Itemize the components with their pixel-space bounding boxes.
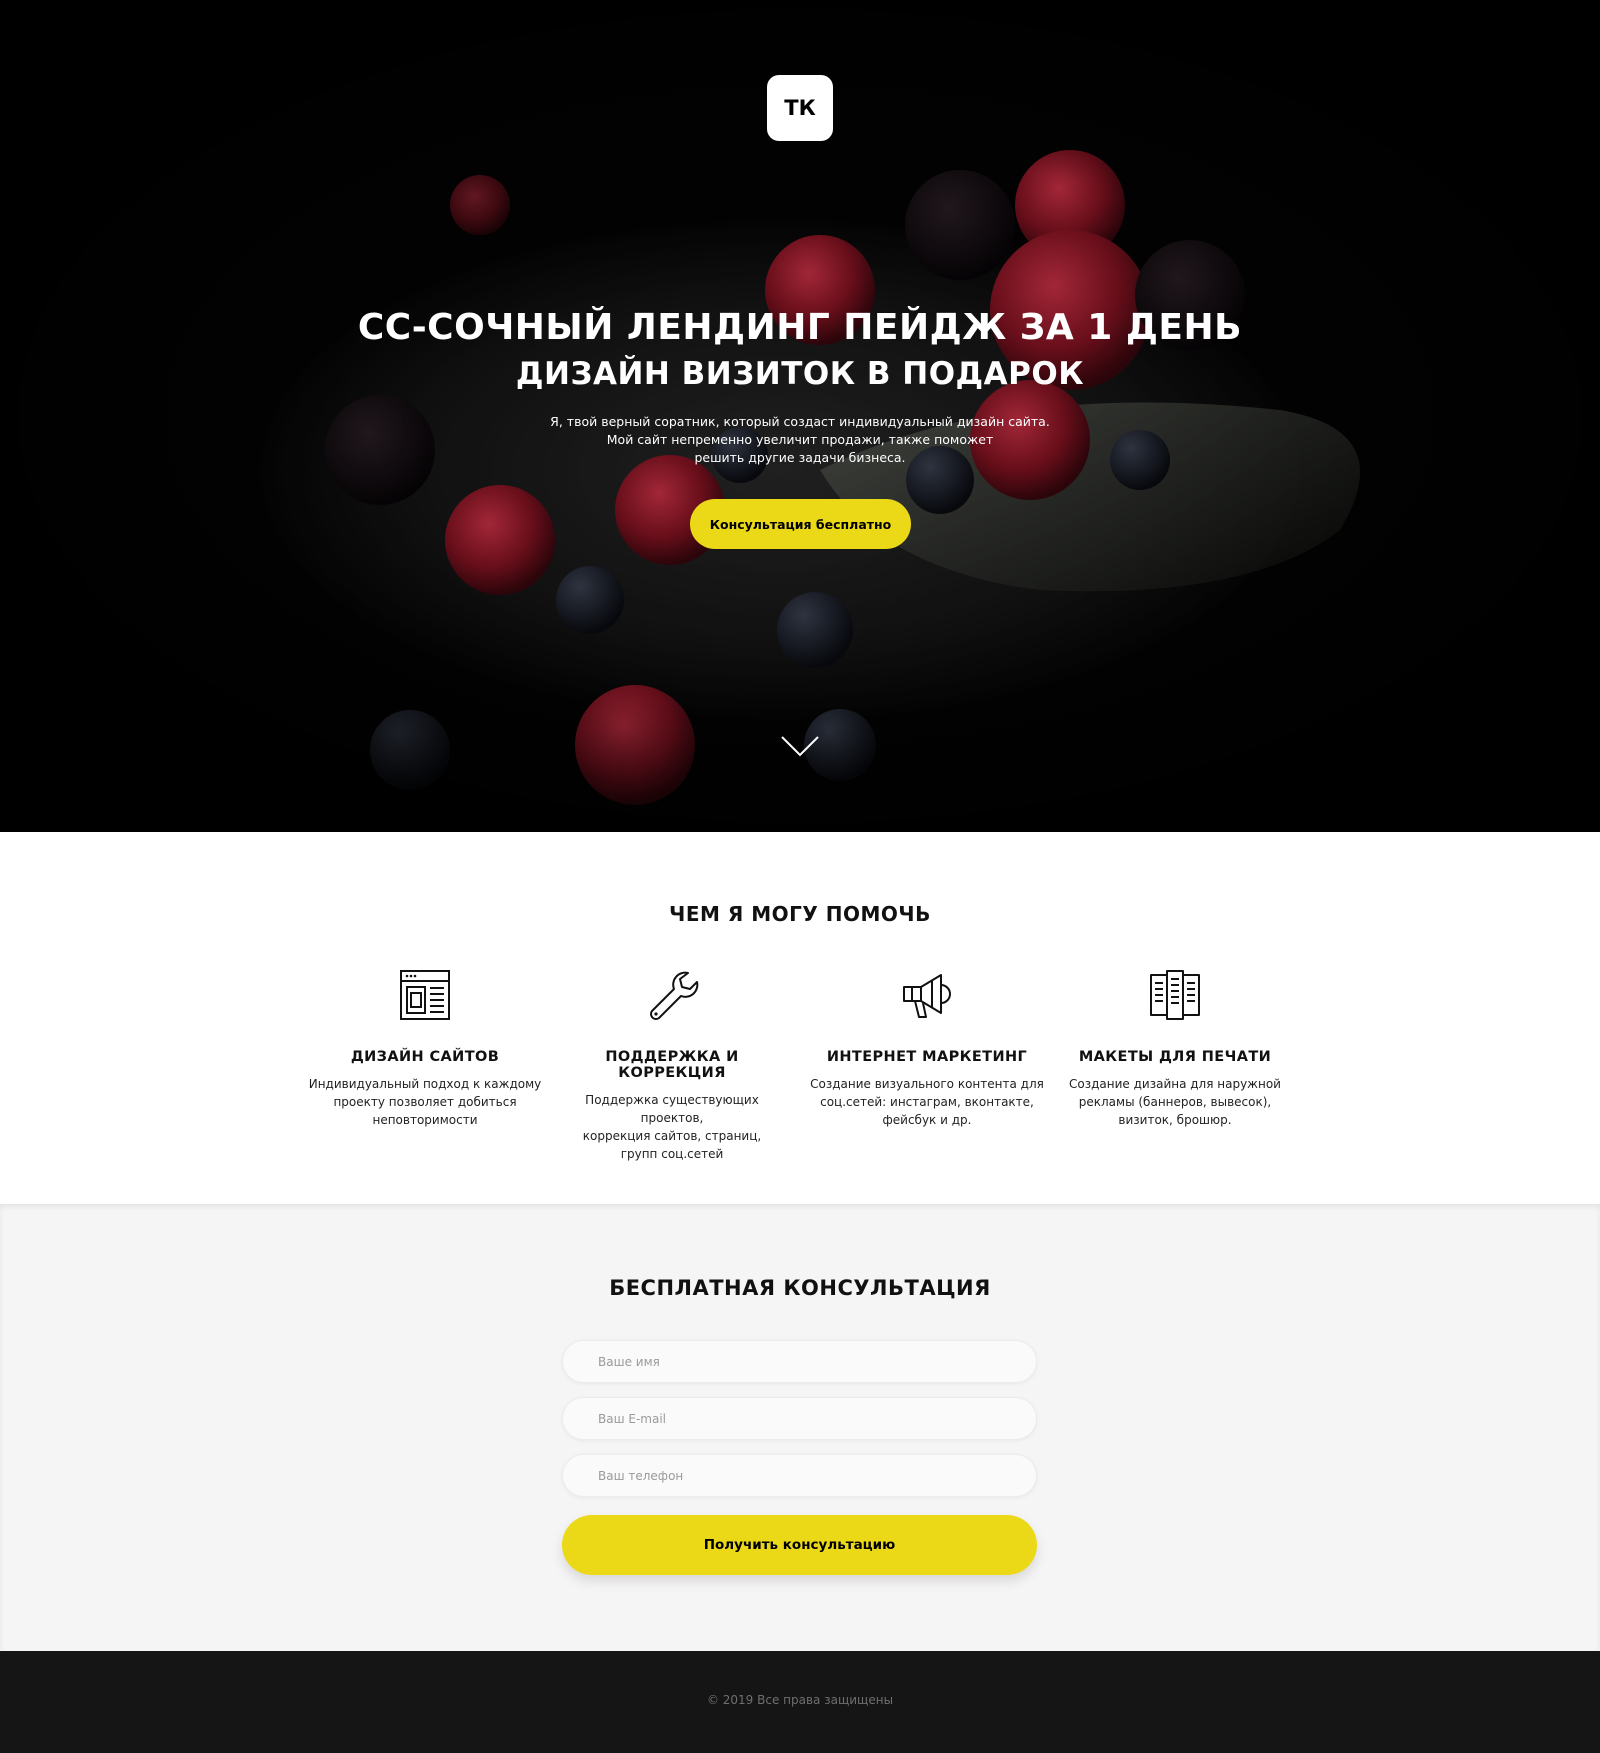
name-field[interactable]: [562, 1340, 1037, 1383]
services-title: ЧЕМ Я МОГУ ПОМОЧЬ: [669, 902, 931, 926]
wrench-icon: [650, 971, 699, 1020]
consultation-title: БЕСПЛАТНАЯ КОНСУЛЬТАЦИЯ: [609, 1276, 991, 1300]
logo[interactable]: ТК: [767, 75, 833, 141]
service-title: ДИЗАЙН САЙТОВ: [350, 1049, 500, 1065]
footer: © 2019 Все права защищены: [0, 1651, 1600, 1753]
service-description-line: визиток, брошюр.: [1118, 1113, 1232, 1127]
hero-description-line: Мой сайт непременно увеличит продажи, та…: [606, 432, 994, 447]
service-title: МАКЕТЫ ДЛЯ ПЕЧАТИ: [1078, 1049, 1272, 1065]
service-description-line: неповторимости: [372, 1113, 478, 1127]
hero-description: Я, твой верный соратник, который создаст…: [500, 413, 1100, 467]
service-description-line: фейсбук и др.: [882, 1113, 972, 1127]
service-description: Поддержка существующих проектов, коррекц…: [552, 1091, 792, 1163]
service-marketing: ИНТЕРНЕТ МАРКЕТИНГ Создание визуального …: [807, 967, 1047, 1129]
consultation-section: БЕСПЛАТНАЯ КОНСУЛЬТАЦИЯ Получить консуль…: [0, 1204, 1600, 1651]
megaphone-icon: [903, 974, 951, 1018]
get-consultation-button[interactable]: Получить консультацию: [562, 1515, 1037, 1575]
email-field[interactable]: [562, 1397, 1037, 1440]
service-description: Создание дизайна для наружной рекламы (б…: [1055, 1075, 1295, 1129]
service-description: Создание визуального контента для соц.се…: [807, 1075, 1047, 1129]
hero-section: ТК СС-СОЧНЫЙ ЛЕНДИНГ ПЕЙДЖ ЗА 1 ДЕНЬ ДИЗ…: [0, 0, 1600, 832]
service-description-line: Индивидуальный подход к каждому: [308, 1077, 542, 1091]
service-description-line: Поддержка существующих проектов,: [585, 1093, 759, 1125]
service-description-line: Создание дизайна для наружной: [1069, 1077, 1281, 1091]
service-description-line: рекламы (баннеров, вывесок),: [1078, 1095, 1272, 1109]
hero-description-line: Я, твой верный соратник, который создаст…: [550, 414, 1050, 429]
browser-layout-icon: [400, 970, 450, 1020]
service-title: ПОДДЕРЖКА И КОРРЕКЦИЯ: [605, 1049, 739, 1081]
hero-subtitle: ДИЗАЙН ВИЗИТОК В ПОДАРОК: [515, 356, 1085, 392]
hero-description-line: решить другие задачи бизнеса.: [694, 450, 906, 465]
phone-field[interactable]: [562, 1454, 1037, 1497]
service-description: Индивидуальный подход к каждому проекту …: [305, 1075, 545, 1129]
hero-title: СС-СОЧНЫЙ ЛЕНДИНГ ПЕЙДЖ ЗА 1 ДЕНЬ: [357, 307, 1243, 348]
service-web-design: ДИЗАЙН САЙТОВ Индивидуальный подход к ка…: [305, 967, 545, 1129]
service-description-line: соц.сетей: инстаграм, вконтакте,: [820, 1095, 1034, 1109]
brochure-icon: [1150, 970, 1200, 1020]
service-description-line: коррекция сайтов, страниц,: [582, 1129, 762, 1143]
service-description-line: проекту позволяет добиться: [333, 1095, 517, 1109]
free-consultation-button[interactable]: Консультация бесплатно: [690, 499, 911, 549]
service-support: ПОДДЕРЖКА И КОРРЕКЦИЯ Поддержка существу…: [552, 967, 792, 1163]
chevron-down-icon[interactable]: [780, 735, 820, 757]
service-title: ИНТЕРНЕТ МАРКЕТИНГ: [826, 1049, 1028, 1065]
copyright-text: © 2019 Все права защищены: [706, 1693, 894, 1707]
service-description-line: Создание визуального контента для: [810, 1077, 1044, 1091]
services-section: ЧЕМ Я МОГУ ПОМОЧЬ ДИЗАЙН САЙТОВ Индивиду…: [0, 832, 1600, 1204]
service-description-line: групп соц.сетей: [620, 1147, 724, 1161]
service-print: МАКЕТЫ ДЛЯ ПЕЧАТИ Создание дизайна для н…: [1055, 967, 1295, 1129]
